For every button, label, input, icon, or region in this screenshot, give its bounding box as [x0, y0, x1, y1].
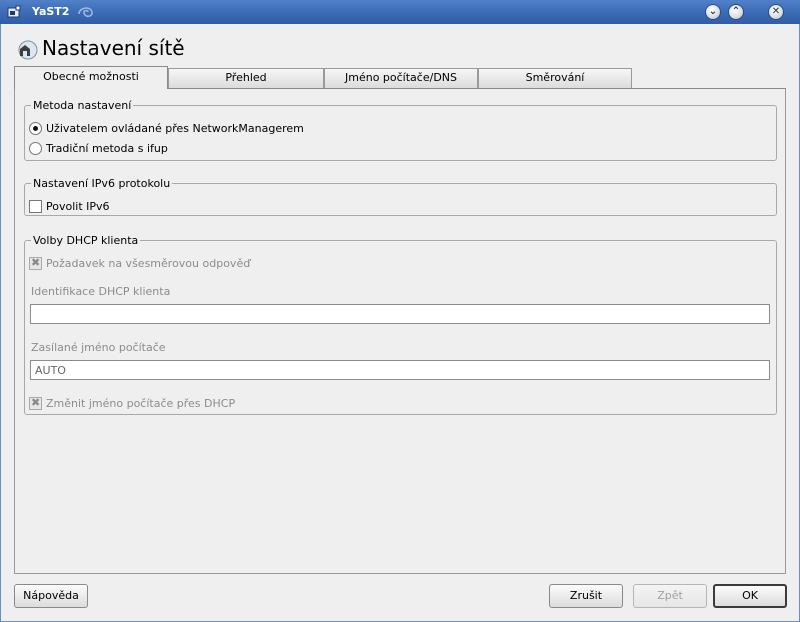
tab-hostname-dns[interactable]: Jméno počítače/DNS	[324, 68, 478, 88]
close-button[interactable]: ✕	[768, 4, 784, 20]
broadcast-response-label: Požadavek na všesměrovou odpověď	[46, 257, 251, 270]
window-title: YaST2	[32, 5, 70, 18]
ipv6-group: Nastavení IPv6 protokolu Povolit IPv6	[24, 177, 777, 216]
dhcp-client-id-input[interactable]	[30, 304, 770, 324]
ipv6-legend: Nastavení IPv6 protokolu	[31, 177, 173, 190]
radio-ifup-label: Tradiční metoda s ifup	[46, 142, 168, 155]
ok-button[interactable]: OK	[713, 584, 787, 608]
check-mark-icon: ✖	[31, 256, 41, 269]
setup-method-legend: Metoda nastavení	[31, 99, 134, 112]
tab-routing[interactable]: Směrování	[478, 68, 632, 88]
enable-ipv6-label: Povolit IPv6	[46, 200, 110, 213]
tab-general-options[interactable]: Obecné možnosti	[14, 66, 168, 89]
check-mark-icon: ✖	[31, 396, 41, 409]
dhcp-legend: Volby DHCP klienta	[31, 234, 141, 247]
change-hostname-label: Změnit jméno počítače přes DHCP	[46, 397, 236, 410]
tab-bar: Obecné možnosti Přehled Jméno počítače/D…	[14, 66, 634, 89]
minimize-button[interactable]: ⌄	[705, 4, 721, 20]
maximize-button[interactable]: ⌃	[728, 4, 744, 20]
radio-ifup-button[interactable]	[29, 142, 42, 155]
sent-hostname-input[interactable]	[30, 360, 770, 380]
suse-chameleon-icon	[78, 7, 93, 18]
tab-overview[interactable]: Přehled	[168, 68, 324, 88]
broadcast-response-box[interactable]: ✖	[29, 256, 42, 270]
radio-networkmanager-button[interactable]	[29, 122, 42, 135]
dialog-body: Nastavení sítě Obecné možnosti Přehled J…	[1, 24, 799, 621]
dhcp-client-id-label: Identifikace DHCP klienta	[31, 285, 171, 298]
help-button[interactable]: Nápověda	[14, 584, 88, 608]
sent-hostname-label: Zasílané jméno počítače	[31, 341, 166, 354]
setup-method-group: Metoda nastavení Uživatelem ovládané pře…	[24, 99, 777, 161]
tab-panel-general: Metoda nastavení Uživatelem ovládané pře…	[14, 88, 786, 574]
page-title: Nastavení sítě	[42, 36, 185, 60]
yast-icon[interactable]	[7, 5, 21, 19]
cancel-button[interactable]: Zrušit	[549, 584, 623, 608]
back-button[interactable]: Zpět	[633, 584, 707, 608]
network-home-icon	[18, 40, 38, 60]
change-hostname-box[interactable]: ✖	[29, 396, 42, 410]
enable-ipv6-box[interactable]	[29, 200, 42, 213]
window-titlebar[interactable]: YaST2 ⌄ ⌃ ✕	[0, 0, 800, 24]
dhcp-client-group: Volby DHCP klienta ✖ Požadavek na všesmě…	[24, 234, 777, 415]
radio-networkmanager-label: Uživatelem ovládané přes NetworkManagere…	[46, 122, 304, 135]
